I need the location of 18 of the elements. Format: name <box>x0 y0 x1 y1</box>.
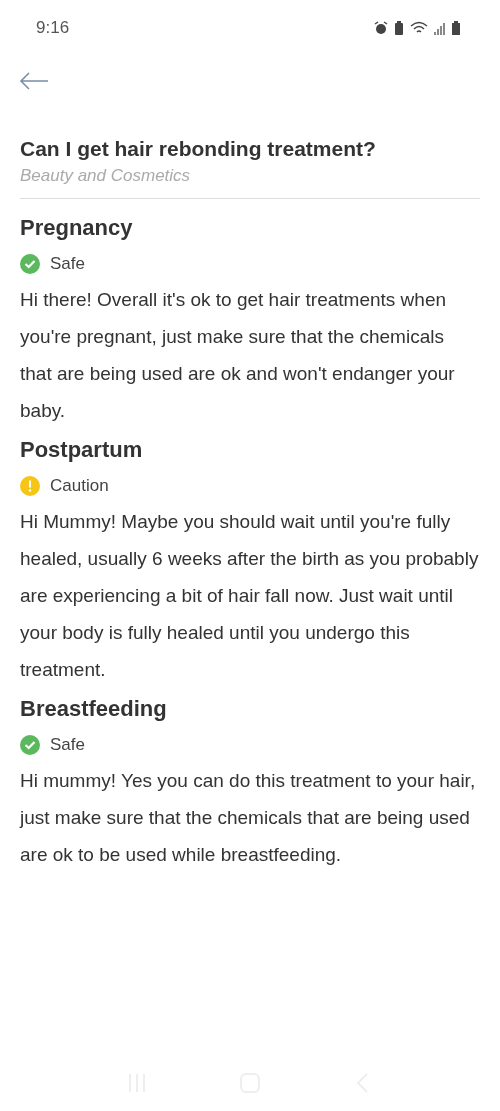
battery-icon <box>452 21 460 35</box>
question-title: Can I get hair rebonding treatment? <box>20 136 377 162</box>
answer-text: Hi mummy! Yes you can do this treatment to your hair, just make sure that the chemicals that are being used are ok to be used while breastfeeding. <box>20 769 477 867</box>
section-heading: Breastfeeding <box>20 695 168 723</box>
wifi-icon <box>410 21 428 35</box>
battery-saver-icon <box>394 21 404 35</box>
alarm-icon <box>374 21 388 35</box>
category-label: Beauty and Cosmetics <box>20 165 192 187</box>
section-heading: Pregnancy <box>20 214 134 242</box>
status-label: Safe <box>50 254 85 274</box>
back-arrow-icon[interactable] <box>19 71 49 91</box>
status-time: 9:16 <box>36 18 70 38</box>
section-heading: Postpartum <box>20 436 144 464</box>
answer-text: Hi there! Overall it's ok to get hair treatments when you're pregnant, just make sure that the chemicals that are being used are ok and won't endanger your baby. <box>20 288 456 423</box>
status-label: Caution <box>50 476 109 496</box>
answer-text: Hi Mummy! Maybe you should wait until you're fully healed, usually 6 weeks after the birth as you probably are experiencing a bit of hair fall now. Just wait until your body is fully healed until you undergo this treatment. <box>20 510 480 682</box>
status-label: Safe <box>50 735 85 755</box>
signal-icon <box>434 21 446 35</box>
